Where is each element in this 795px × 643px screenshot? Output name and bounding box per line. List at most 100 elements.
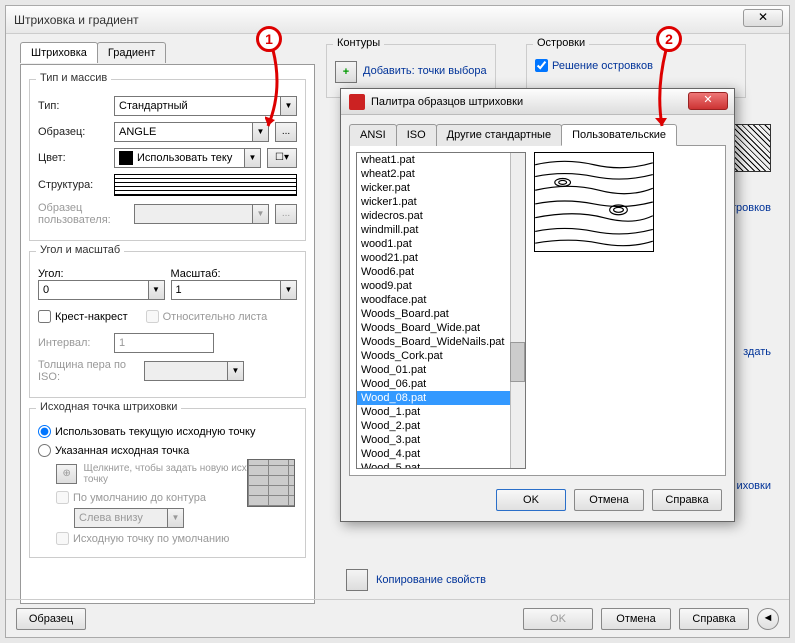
tab-ansi[interactable]: ANSI bbox=[349, 124, 397, 146]
color-swatch-icon bbox=[119, 151, 133, 165]
palette-tabs: ANSI ISO Другие стандартные Пользователь… bbox=[349, 123, 726, 146]
tab-hatch[interactable]: Штриховка bbox=[20, 42, 98, 63]
list-item[interactable]: Woods_Board.pat bbox=[357, 307, 525, 321]
list-item[interactable]: woodface.pat bbox=[357, 293, 525, 307]
chevron-down-icon: ▼ bbox=[280, 97, 296, 115]
list-item[interactable]: wood21.pat bbox=[357, 251, 525, 265]
chevron-down-icon: ▼ bbox=[280, 281, 296, 299]
expand-button[interactable]: ◄ bbox=[757, 608, 779, 630]
main-ok-button: OK bbox=[523, 608, 593, 630]
main-bottom-bar: Образец OK Отмена Справка ◄ bbox=[6, 599, 789, 637]
angle-combo[interactable]: 0▼ bbox=[38, 280, 165, 300]
color-combo[interactable]: Использовать теку▼ bbox=[114, 148, 261, 168]
callout-marker-2: 2 bbox=[656, 26, 682, 52]
add-points-label[interactable]: Добавить: точки выбора bbox=[363, 65, 487, 78]
sample-button[interactable]: Образец bbox=[16, 608, 86, 630]
group-origin-title: Исходная точка штриховки bbox=[36, 401, 181, 413]
origin-pos-combo: Слева внизу▼ bbox=[74, 508, 184, 528]
palette-titlebar[interactable]: Палитра образцов штриховки ✕ bbox=[341, 89, 734, 115]
tab-other[interactable]: Другие стандартные bbox=[436, 124, 562, 146]
list-item[interactable]: Wood_4.pat bbox=[357, 447, 525, 461]
tab-iso[interactable]: ISO bbox=[396, 124, 437, 146]
list-item[interactable]: wood1.pat bbox=[357, 237, 525, 251]
scale-label: Масштаб: bbox=[171, 268, 298, 280]
main-help-button[interactable]: Справка bbox=[679, 608, 749, 630]
hatch-link[interactable]: иховки bbox=[737, 480, 771, 492]
pattern-label: Образец: bbox=[38, 126, 108, 138]
scrollbar[interactable] bbox=[510, 153, 525, 468]
pattern-browse-button[interactable]: ... bbox=[275, 122, 297, 142]
copy-properties-row: Копирование свойств bbox=[346, 569, 486, 591]
group-angle-title: Угол и масштаб bbox=[36, 244, 124, 256]
copy-label[interactable]: Копирование свойств bbox=[376, 574, 486, 586]
list-item[interactable]: wicker.pat bbox=[357, 181, 525, 195]
group-angle-scale: Угол и масштаб Угол: 0▼ Масштаб: 1▼ Крес… bbox=[29, 251, 306, 398]
list-item[interactable]: Wood_2.pat bbox=[357, 419, 525, 433]
chevron-down-icon: ▼ bbox=[252, 205, 268, 223]
main-title: Штриховка и градиент bbox=[14, 13, 139, 27]
list-item[interactable]: Wood_01.pat bbox=[357, 363, 525, 377]
iso-label: Толщина пера по ISO: bbox=[38, 359, 138, 383]
origin-current-radio[interactable]: Использовать текущую исходную точку bbox=[38, 425, 297, 438]
chevron-down-icon: ▼ bbox=[167, 509, 183, 527]
type-label: Тип: bbox=[38, 100, 108, 112]
interval-input bbox=[114, 333, 214, 353]
list-item[interactable]: wheat2.pat bbox=[357, 167, 525, 181]
scrollbar-thumb[interactable] bbox=[510, 342, 525, 382]
list-item[interactable]: windmill.pat bbox=[357, 223, 525, 237]
main-cancel-button[interactable]: Отмена bbox=[601, 608, 671, 630]
brick-preview bbox=[247, 459, 295, 507]
origin-specified-radio[interactable]: Указанная исходная точка bbox=[38, 444, 297, 457]
add-points-button[interactable]: + bbox=[335, 61, 357, 83]
list-item[interactable]: Woods_Cork.pat bbox=[357, 349, 525, 363]
chevron-down-icon: ▼ bbox=[227, 362, 243, 380]
list-item[interactable]: Wood_5.pat bbox=[357, 461, 525, 469]
group-origin: Исходная точка штриховки Использовать те… bbox=[29, 408, 306, 558]
palette-help-button[interactable]: Справка bbox=[652, 489, 722, 511]
list-item[interactable]: wheat1.pat bbox=[357, 153, 525, 167]
create-link[interactable]: здать bbox=[743, 346, 771, 358]
cross-check[interactable]: Крест-накрест bbox=[38, 310, 128, 323]
palette-title: Палитра образцов штриховки bbox=[371, 96, 523, 108]
list-item[interactable]: wicker1.pat bbox=[357, 195, 525, 209]
list-item[interactable]: Woods_Board_WideNails.pat bbox=[357, 335, 525, 349]
bg-color-button[interactable]: ☐▾ bbox=[267, 148, 297, 168]
structure-preview[interactable] bbox=[114, 174, 297, 196]
chevron-down-icon: ▼ bbox=[244, 149, 260, 167]
list-item[interactable]: widecros.pat bbox=[357, 209, 525, 223]
eyedropper-icon[interactable] bbox=[346, 569, 368, 591]
list-item[interactable]: Woods_Board_Wide.pat bbox=[357, 321, 525, 335]
scale-combo[interactable]: 1▼ bbox=[171, 280, 298, 300]
list-item[interactable]: Wood_1.pat bbox=[357, 405, 525, 419]
list-item[interactable]: Wood6.pat bbox=[357, 265, 525, 279]
pattern-combo[interactable]: ANGLE▼ bbox=[114, 122, 269, 142]
palette-ok-button[interactable]: OK bbox=[496, 489, 566, 511]
palette-close-button[interactable]: ✕ bbox=[688, 92, 728, 110]
main-close-button[interactable]: ✕ bbox=[743, 9, 783, 27]
palette-content: wheat1.patwheat2.patwicker.patwicker1.pa… bbox=[349, 146, 726, 476]
group-type-title: Тип и массив bbox=[36, 72, 111, 84]
pattern-file-list[interactable]: wheat1.patwheat2.patwicker.patwicker1.pa… bbox=[356, 152, 526, 469]
group-type-array: Тип и массив Тип: Стандартный▼ Образец: … bbox=[29, 79, 306, 241]
palette-body: ANSI ISO Другие стандартные Пользователь… bbox=[341, 115, 734, 521]
contours-title: Контуры bbox=[333, 37, 384, 49]
list-item[interactable]: Wood_08.pat bbox=[357, 391, 525, 405]
save-default-check: Исходную точку по умолчанию bbox=[56, 532, 297, 545]
palette-cancel-button[interactable]: Отмена bbox=[574, 489, 644, 511]
interval-label: Интервал: bbox=[38, 337, 108, 349]
user-pattern-browse: ... bbox=[275, 204, 297, 224]
list-item[interactable]: Wood_3.pat bbox=[357, 433, 525, 447]
type-combo[interactable]: Стандартный▼ bbox=[114, 96, 297, 116]
tab-custom[interactable]: Пользовательские bbox=[561, 124, 677, 146]
pick-origin-button: ⊕ bbox=[56, 464, 77, 484]
chevron-down-icon: ▼ bbox=[252, 123, 268, 141]
angle-label: Угол: bbox=[38, 268, 165, 280]
chevron-down-icon: ▼ bbox=[148, 281, 164, 299]
iso-combo: ▼ bbox=[144, 361, 244, 381]
list-item[interactable]: wood9.pat bbox=[357, 279, 525, 293]
list-item[interactable]: Wood_06.pat bbox=[357, 377, 525, 391]
user-pattern-label: Образец пользователя: bbox=[38, 202, 128, 226]
tab-gradient[interactable]: Градиент bbox=[97, 42, 166, 63]
app-icon bbox=[349, 94, 365, 110]
islands-check[interactable]: Решение островков bbox=[535, 59, 737, 72]
